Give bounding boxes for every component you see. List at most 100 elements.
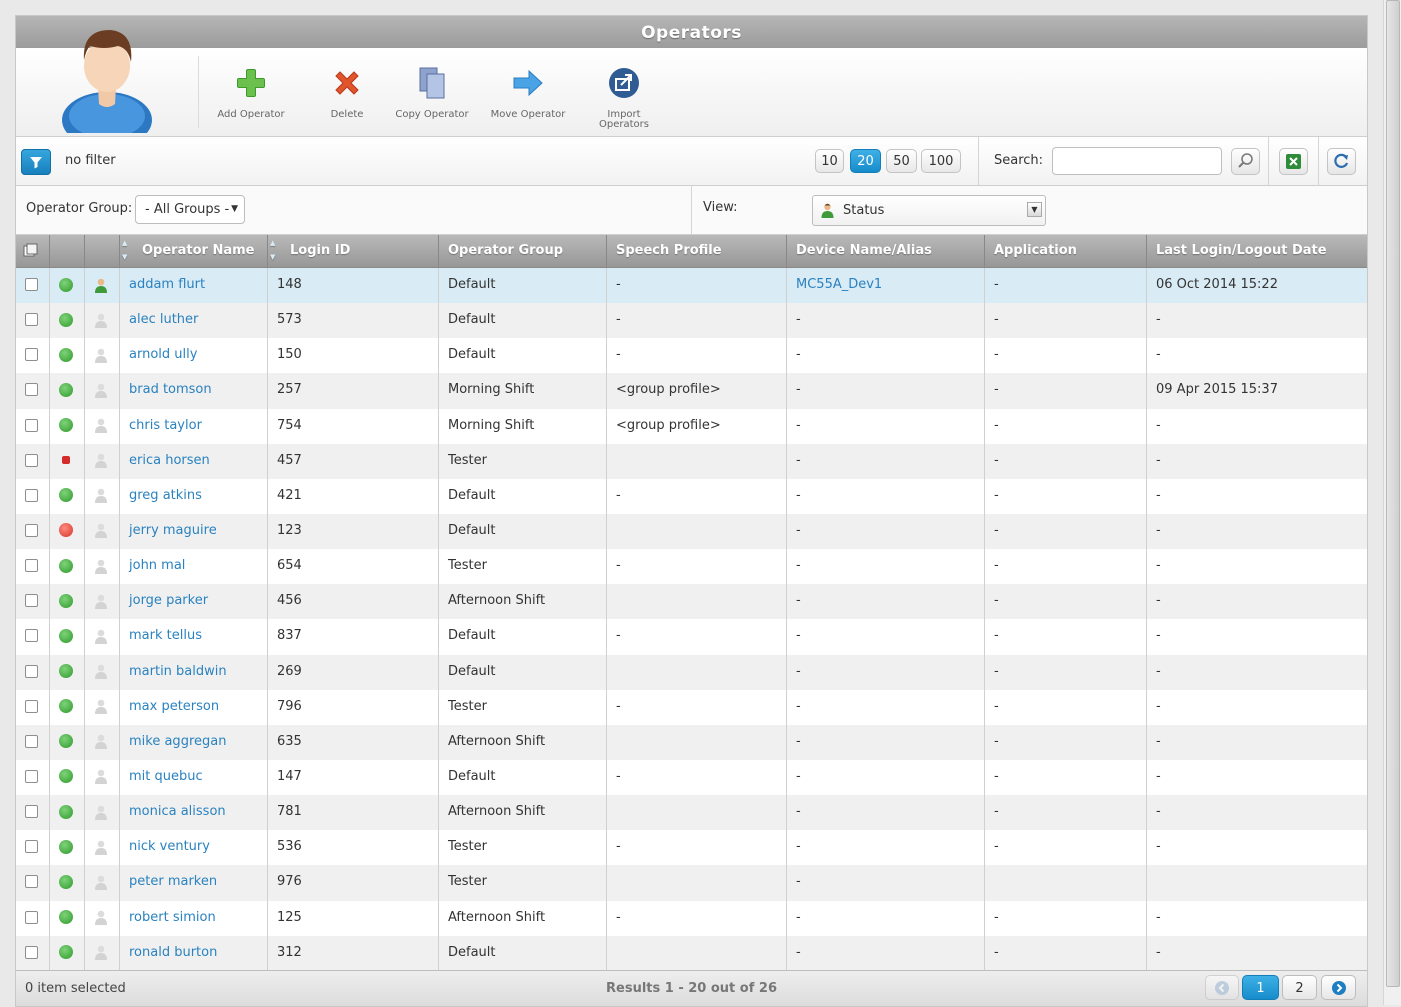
column-operator-group[interactable]: Operator Group [438, 235, 606, 267]
copy-operator-button[interactable]: Copy Operator [386, 66, 478, 120]
operator-name-cell[interactable]: chris taylor [119, 408, 267, 444]
table-row[interactable]: ronald burton 312 Default - - - [16, 935, 1367, 971]
row-checkbox[interactable] [25, 418, 38, 432]
operator-name-cell[interactable]: greg atkins [119, 478, 267, 514]
operator-name-cell[interactable]: monica alisson [119, 795, 267, 831]
refresh-button[interactable] [1327, 148, 1356, 175]
row-checkbox[interactable] [25, 945, 38, 959]
row-checkbox[interactable] [25, 594, 38, 608]
row-checkbox[interactable] [25, 769, 38, 783]
operator-name-cell[interactable]: martin baldwin [119, 654, 267, 690]
operator-name-cell[interactable]: brad tomson [119, 373, 267, 409]
page-scrollbar[interactable] [1383, 0, 1401, 1005]
table-row[interactable]: greg atkins 421 Default - - - - [16, 478, 1367, 514]
table-row[interactable]: monica alisson 781 Afternoon Shift - - - [16, 795, 1367, 831]
table-row[interactable]: jorge parker 456 Afternoon Shift - - - [16, 584, 1367, 620]
operator-name-cell[interactable]: mit quebuc [119, 759, 267, 796]
table-row[interactable]: john mal 654 Tester - - - - [16, 549, 1367, 585]
page-size-100[interactable]: 100 [921, 149, 961, 173]
dropdown-arrow-icon[interactable]: ▼ [1027, 202, 1042, 217]
table-row[interactable]: alec luther 573 Default - - - - [16, 303, 1367, 339]
row-checkbox[interactable] [25, 278, 38, 291]
login-id-cell: 635 [267, 724, 438, 760]
operator-name-cell[interactable]: nick ventury [119, 830, 267, 866]
operator-group-cell: Default [438, 268, 606, 304]
column-last-login[interactable]: Last Login/Logout Date [1146, 235, 1367, 267]
row-checkbox[interactable] [25, 313, 38, 327]
operator-name-cell[interactable]: arnold ully [119, 338, 267, 374]
table-row[interactable]: nick ventury 536 Tester - - - - [16, 830, 1367, 866]
row-checkbox[interactable] [25, 840, 38, 854]
table-row[interactable]: jerry maguire 123 Default - - - [16, 513, 1367, 550]
operator-name-cell[interactable]: mike aggregan [119, 724, 267, 760]
scrollbar-thumb[interactable] [1386, 0, 1400, 987]
row-checkbox[interactable] [25, 910, 38, 924]
column-operator-name[interactable]: ▲ ▼ Operator Name [119, 235, 267, 267]
row-checkbox[interactable] [25, 348, 38, 362]
search-input[interactable] [1052, 147, 1222, 175]
page-2-button[interactable]: 2 [1282, 975, 1317, 1000]
row-checkbox[interactable] [25, 453, 38, 467]
delete-button[interactable]: Delete [301, 66, 393, 120]
table-row[interactable]: mark tellus 837 Default - - - - [16, 619, 1367, 655]
type-column-header[interactable] [84, 235, 119, 267]
table-row[interactable]: chris taylor 754 Morning Shift <group profi… [16, 408, 1367, 444]
operator-group-cell: Morning Shift [438, 373, 606, 409]
table-row[interactable]: martin baldwin 269 Default - - - [16, 654, 1367, 690]
export-excel-button[interactable] [1279, 148, 1308, 175]
row-checkbox-cell [16, 795, 49, 830]
page-1-button[interactable]: 1 [1242, 975, 1279, 1000]
operator-name-cell[interactable]: jorge parker [119, 584, 267, 620]
row-checkbox[interactable] [25, 734, 38, 748]
move-operator-button[interactable]: Move Operator [482, 66, 574, 120]
table-row[interactable]: robert simion 125 Afternoon Shift - - - - [16, 900, 1367, 936]
status-column-header[interactable] [49, 235, 84, 267]
operator-name-cell[interactable]: john mal [119, 549, 267, 585]
row-checkbox[interactable] [25, 559, 38, 573]
column-application[interactable]: Application [984, 235, 1146, 267]
row-checkbox[interactable] [25, 805, 38, 819]
operator-name-cell[interactable]: addam flurt [119, 268, 267, 304]
operator-name-cell[interactable]: jerry maguire [119, 513, 267, 550]
device-name-cell[interactable]: MC55A_Dev1 [786, 268, 984, 304]
operator-name-cell[interactable]: mark tellus [119, 619, 267, 655]
import-operators-button[interactable]: Import Operators [578, 66, 670, 130]
table-row[interactable]: erica horsen 457 Tester - - - [16, 443, 1367, 479]
column-device-name[interactable]: Device Name/Alias [786, 235, 984, 267]
add-operator-button[interactable]: Add Operator [205, 66, 297, 120]
row-checkbox[interactable] [25, 383, 38, 397]
operator-name-cell[interactable]: peter marken [119, 865, 267, 901]
view-select[interactable]: Status ▼ [812, 195, 1046, 226]
table-row[interactable]: addam flurt 148 Default - MC55A_Dev1-06 Oct … [16, 268, 1367, 304]
filter-button[interactable] [21, 149, 51, 175]
prev-page-button[interactable] [1205, 975, 1239, 1000]
table-row[interactable]: peter marken 976 Tester - [16, 865, 1367, 901]
row-checkbox[interactable] [25, 664, 38, 678]
select-all-checkbox[interactable] [16, 235, 49, 267]
operator-name-cell[interactable]: alec luther [119, 303, 267, 339]
operator-name-cell[interactable]: max peterson [119, 689, 267, 725]
search-button[interactable] [1231, 148, 1260, 175]
page-size-10[interactable]: 10 [815, 149, 844, 173]
page-size-50[interactable]: 50 [886, 149, 917, 173]
table-row[interactable]: mit quebuc 147 Default - - - - [16, 759, 1367, 796]
row-checkbox[interactable] [25, 875, 38, 889]
table-row[interactable]: max peterson 796 Tester - - - - [16, 689, 1367, 725]
table-row[interactable]: mike aggregan 635 Afternoon Shift - - - [16, 724, 1367, 760]
operator-name-cell[interactable]: ronald burton [119, 935, 267, 971]
column-login-id[interactable]: ▲ ▼ Login ID [267, 235, 438, 267]
import-operators-label: Import Operators [599, 109, 649, 130]
operator-type-cell [84, 338, 119, 374]
table-row[interactable]: brad tomson 257 Morning Shift <group profil… [16, 373, 1367, 409]
row-checkbox[interactable] [25, 699, 38, 713]
row-checkbox[interactable] [25, 523, 38, 537]
column-speech-profile[interactable]: Speech Profile [606, 235, 786, 267]
operator-name-cell[interactable]: robert simion [119, 900, 267, 936]
row-checkbox[interactable] [25, 488, 38, 502]
row-checkbox[interactable] [25, 629, 38, 643]
next-page-button[interactable] [1321, 975, 1356, 1000]
table-row[interactable]: arnold ully 150 Default - - - - [16, 338, 1367, 374]
operator-group-select[interactable]: - All Groups - ▼ [135, 195, 245, 224]
operator-name-cell[interactable]: erica horsen [119, 443, 267, 479]
page-size-20[interactable]: 20 [850, 149, 881, 173]
